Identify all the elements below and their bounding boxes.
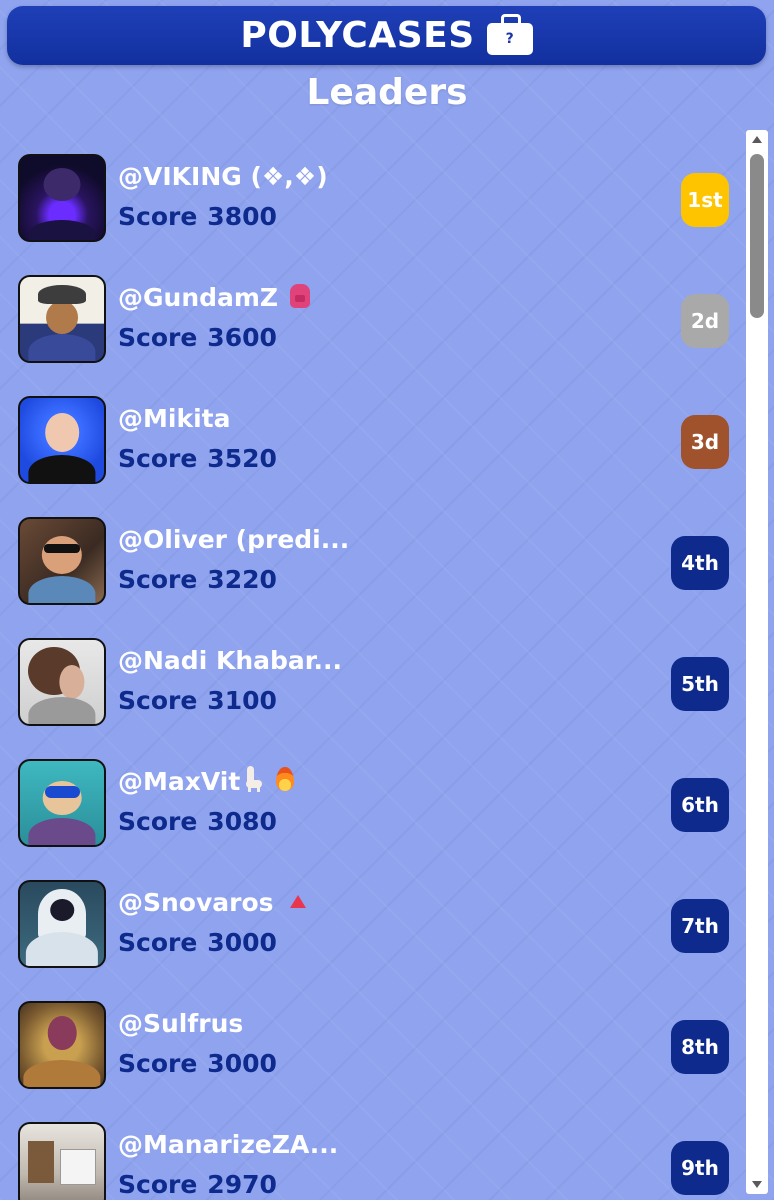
briefcase-icon[interactable]: ?	[486, 13, 533, 57]
score: Score 3000	[118, 1049, 277, 1078]
avatar[interactable]	[18, 1122, 106, 1200]
rank-badge: 7th	[671, 899, 729, 953]
avatar[interactable]	[18, 638, 106, 726]
rank-badge: 8th	[671, 1020, 729, 1074]
fire-icon	[276, 767, 295, 791]
scrollbar-thumb[interactable]	[750, 154, 764, 318]
rank-badge: 2d	[681, 294, 729, 348]
username: @MaxVit	[118, 766, 295, 796]
leaderboard-list: @VIKING (❖,❖) Score 3800 1st @GundamZ Sco…	[0, 140, 745, 1200]
avatar[interactable]	[18, 1001, 106, 1089]
username: @GundamZ	[118, 283, 311, 312]
page-title: Leaders	[306, 72, 468, 113]
username: @Snovaros	[118, 888, 306, 917]
scroll-down-arrow-icon[interactable]	[752, 1181, 762, 1188]
leaderboard-row[interactable]: @Mikita Score 3520 3d	[0, 382, 745, 503]
llama-icon	[244, 766, 263, 792]
username: @Mikita	[118, 404, 231, 433]
rank-badge: 6th	[671, 778, 729, 832]
username: @VIKING (❖,❖)	[118, 162, 328, 191]
username: @ManarizeZA...	[118, 1130, 339, 1159]
rank-badge: 4th	[671, 536, 729, 590]
leaderboard-row[interactable]: @MaxVit Score 3080 6th	[0, 745, 745, 866]
score: Score 3220	[118, 565, 277, 594]
score: Score 3080	[118, 807, 277, 836]
username: @Nadi Khabar...	[118, 646, 343, 675]
brand-title: POLYCASES	[240, 15, 475, 56]
leaderboard-row[interactable]: @Snovaros Score 3000 7th	[0, 866, 745, 987]
leaderboard-row[interactable]: @Oliver (predi... Score 3220 4th	[0, 503, 745, 624]
avatar[interactable]	[18, 396, 106, 484]
app-header: POLYCASES ?	[7, 6, 766, 65]
avatar[interactable]	[18, 517, 106, 605]
username: @Sulfrus	[118, 1009, 244, 1038]
rank-badge: 5th	[671, 657, 729, 711]
scrollbar[interactable]	[746, 130, 768, 1194]
leaderboard-row[interactable]: @Nadi Khabar... Score 3100 5th	[0, 624, 745, 745]
username: @Oliver (predi...	[118, 525, 350, 554]
score: Score 3800	[118, 202, 277, 231]
briefcase-mark: ?	[486, 22, 533, 55]
rank-badge: 1st	[681, 173, 729, 227]
score: Score 3100	[118, 686, 277, 715]
leaderboard-row[interactable]: @GundamZ Score 3600 2d	[0, 261, 745, 382]
score: Score 3000	[118, 928, 277, 957]
leaderboard-row[interactable]: @VIKING (❖,❖) Score 3800 1st	[0, 140, 745, 261]
avatar[interactable]	[18, 154, 106, 242]
rank-badge: 3d	[681, 415, 729, 469]
avatar[interactable]	[18, 759, 106, 847]
avatar[interactable]	[18, 880, 106, 968]
scroll-up-arrow-icon[interactable]	[752, 136, 762, 143]
leaderboard-row[interactable]: @ManarizeZA... Score 2970 9th	[0, 1108, 745, 1200]
backpack-icon	[290, 284, 311, 308]
avatar[interactable]	[18, 275, 106, 363]
score: Score 3520	[118, 444, 277, 473]
triangle-icon	[289, 894, 306, 908]
rank-badge: 9th	[671, 1141, 729, 1195]
score: Score 2970	[118, 1170, 277, 1199]
score: Score 3600	[118, 323, 277, 352]
leaderboard-row[interactable]: @Sulfrus Score 3000 8th	[0, 987, 745, 1108]
